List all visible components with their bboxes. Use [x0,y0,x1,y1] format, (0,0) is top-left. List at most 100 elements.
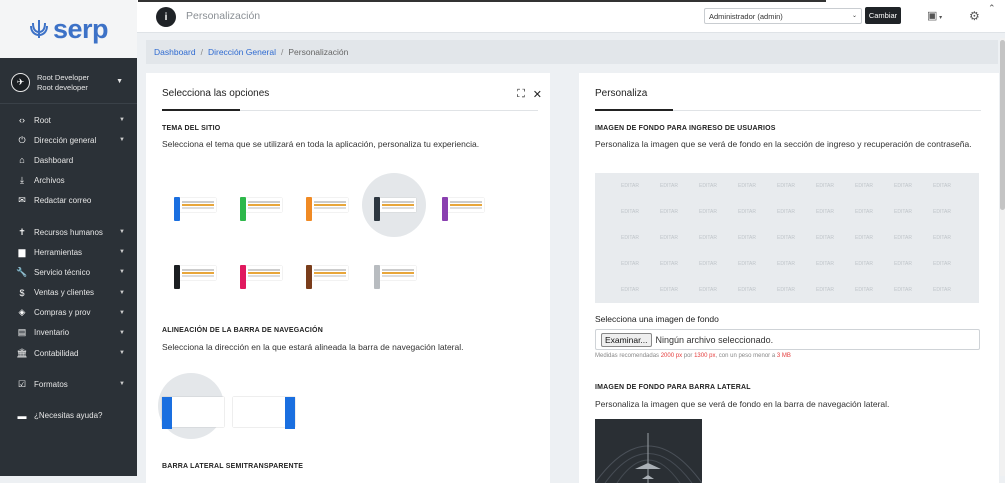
page-title: Personalización [186,10,261,22]
theme-option[interactable] [234,257,286,293]
nav-description: Selecciona la dirección en la que estará… [162,342,464,352]
file-label: Selecciona una imagen de fondo [595,314,719,324]
chevron-down-icon: ▼ [119,137,125,144]
breadcrumb-direccion[interactable]: Dirección General [208,47,276,57]
change-role-button[interactable]: Cambiar [865,7,901,24]
theme-option[interactable] [300,257,352,293]
theme-option[interactable] [300,189,352,225]
briefcase-icon: ▆ [18,246,26,257]
sidebar-item[interactable]: ✝ Recursos humanos ▼ [0,222,137,242]
nav-align-left[interactable] [158,373,224,439]
sidebar-item[interactable]: ‹› Root ▼ [0,110,137,130]
sidebar-item[interactable]: 🏛 Contabilidad ▼ [0,343,137,363]
customize-panel-title: Personaliza [595,88,648,99]
options-panel: Selecciona las opciones ⛶ ✕ TEMA DEL SIT… [146,73,550,483]
sidebar-item-label: Recursos humanos [34,227,103,237]
edit-tile: EDITAR [699,261,717,267]
sidebar-item[interactable]: ◈ Compras y prov ▼ [0,303,137,323]
edit-tile: EDITAR [933,209,951,215]
file-input[interactable]: Examinar... Ningún archivo seleccionado. [595,329,980,350]
edit-tile: EDITAR [660,261,678,267]
edit-tile: EDITAR [894,183,912,189]
theme-option[interactable] [168,189,220,225]
dollar-icon: $ [19,287,25,298]
sidebar-item[interactable]: $ Ventas y clientes ▼ [0,283,137,303]
edit-tile: EDITAR [933,235,951,241]
theme-option[interactable] [168,257,220,293]
edit-tile: EDITAR [777,183,795,189]
scrollbar-thumb[interactable] [1000,40,1005,210]
sidebar-item-label: Herramientas [34,247,83,257]
brand-name: serp [52,13,109,44]
person-icon: ✝ [18,226,26,237]
sidebar-bg-image[interactable] [595,419,702,483]
topbar: i Personalización Administrador (admin) … [137,0,1005,33]
login-bg-preview[interactable]: EDITAR EDITAR EDITAR EDITAR EDITAR EDITAR EDIT… [595,173,979,303]
gear-icon[interactable]: ⚙ [969,9,980,23]
role-select[interactable]: Administrador (admin) ⌄ [704,8,862,24]
edit-tile: EDITAR [933,183,951,189]
edit-tile: EDITAR [933,261,951,267]
chevron-down-icon: ▼ [119,329,125,336]
sidebar-item-label: Servicio técnico [34,267,91,277]
code-icon: ‹› [19,115,25,126]
chevron-down-icon: ▼ [119,289,125,296]
chevron-down-icon: ▼ [119,249,125,256]
edit-tile: EDITAR [855,287,873,293]
theme-option[interactable] [362,173,426,237]
options-panel-title: Selecciona las opciones [162,88,270,99]
breadcrumb-dashboard[interactable]: Dashboard [154,47,196,57]
sidebar-item[interactable]: ⌂ Dashboard [0,150,137,170]
edit-tile: EDITAR [777,235,795,241]
sidebar-item-label: Root [34,115,51,125]
user-card-icon[interactable]: ▣ ▾ [927,9,942,22]
sidebar-item[interactable]: ☑ Formatos ▼ [0,374,137,394]
sidebar-item[interactable]: 🔧 Servicio técnico ▼ [0,262,137,282]
customize-panel: Personaliza IMAGEN DE FONDO PARA INGRESO… [579,73,999,483]
nav-align-right[interactable] [233,383,295,429]
sidebar-item-label: Compras y prov [34,308,91,318]
user-menu[interactable]: ✈ Root Developer Root developer ▼ [0,62,137,104]
info-icon[interactable]: i [156,7,176,27]
user-role: Root developer [37,82,88,92]
sidebar-item[interactable]: ⏻ Dirección general ▼ [0,130,137,150]
edit-tile: EDITAR [621,209,639,215]
theme-option[interactable] [368,257,420,293]
edit-tile: EDITAR [660,235,678,241]
login-bg-heading: IMAGEN DE FONDO PARA INGRESO DE USUARIOS [595,125,776,132]
edit-tile: EDITAR [621,287,639,293]
sidebar-item-label: Inventario [34,328,70,338]
role-select-value: Administrador (admin) [709,12,783,21]
mail-icon: ✉ [18,195,26,206]
sidebar-item[interactable]: ✉ Redactar correo [0,191,137,211]
edit-tile: EDITAR [894,287,912,293]
sidebar-item[interactable]: ▆ Herramientas ▼ [0,242,137,262]
inbox-icon: ▤ [17,327,27,338]
sidebar-item[interactable]: ▬ ¿Necesitas ayuda? [0,405,137,425]
edit-tile: EDITAR [738,235,756,241]
chevron-down-icon: ▼ [119,269,125,276]
edit-tile: EDITAR [855,261,873,267]
sidebar-item-label: Archivos [34,176,65,186]
close-icon[interactable]: ✕ [533,88,542,101]
sidebar-item[interactable]: ⤓ Archivos [0,171,137,191]
chevron-down-icon: ▼ [119,229,125,236]
breadcrumb: Dashboard / Dirección General / Personal… [146,40,998,64]
edit-tile: EDITAR [777,287,795,293]
theme-option[interactable] [436,189,488,225]
edit-tile: EDITAR [816,287,834,293]
theme-option[interactable] [234,189,286,225]
chevron-down-icon: ▼ [116,78,123,85]
chevron-down-icon: ▼ [119,350,125,357]
nav-heading: ALINEACIÓN DE LA BARRA DE NAVEGACIÓN [162,327,323,334]
power-icon: ⏻ [18,134,26,145]
edit-tile: EDITAR [660,287,678,293]
expand-icon[interactable]: ⛶ [517,88,525,101]
sidebar-item-label: Ventas y clientes [34,288,95,298]
edit-tile: EDITAR [738,287,756,293]
collapse-icon[interactable]: ⌃ [988,3,996,14]
sidebar-item[interactable]: ▤ Inventario ▼ [0,323,137,343]
browse-button[interactable]: Examinar... [601,332,652,347]
wrench-icon: 🔧 [16,266,28,277]
logo[interactable]: serp [0,0,137,58]
